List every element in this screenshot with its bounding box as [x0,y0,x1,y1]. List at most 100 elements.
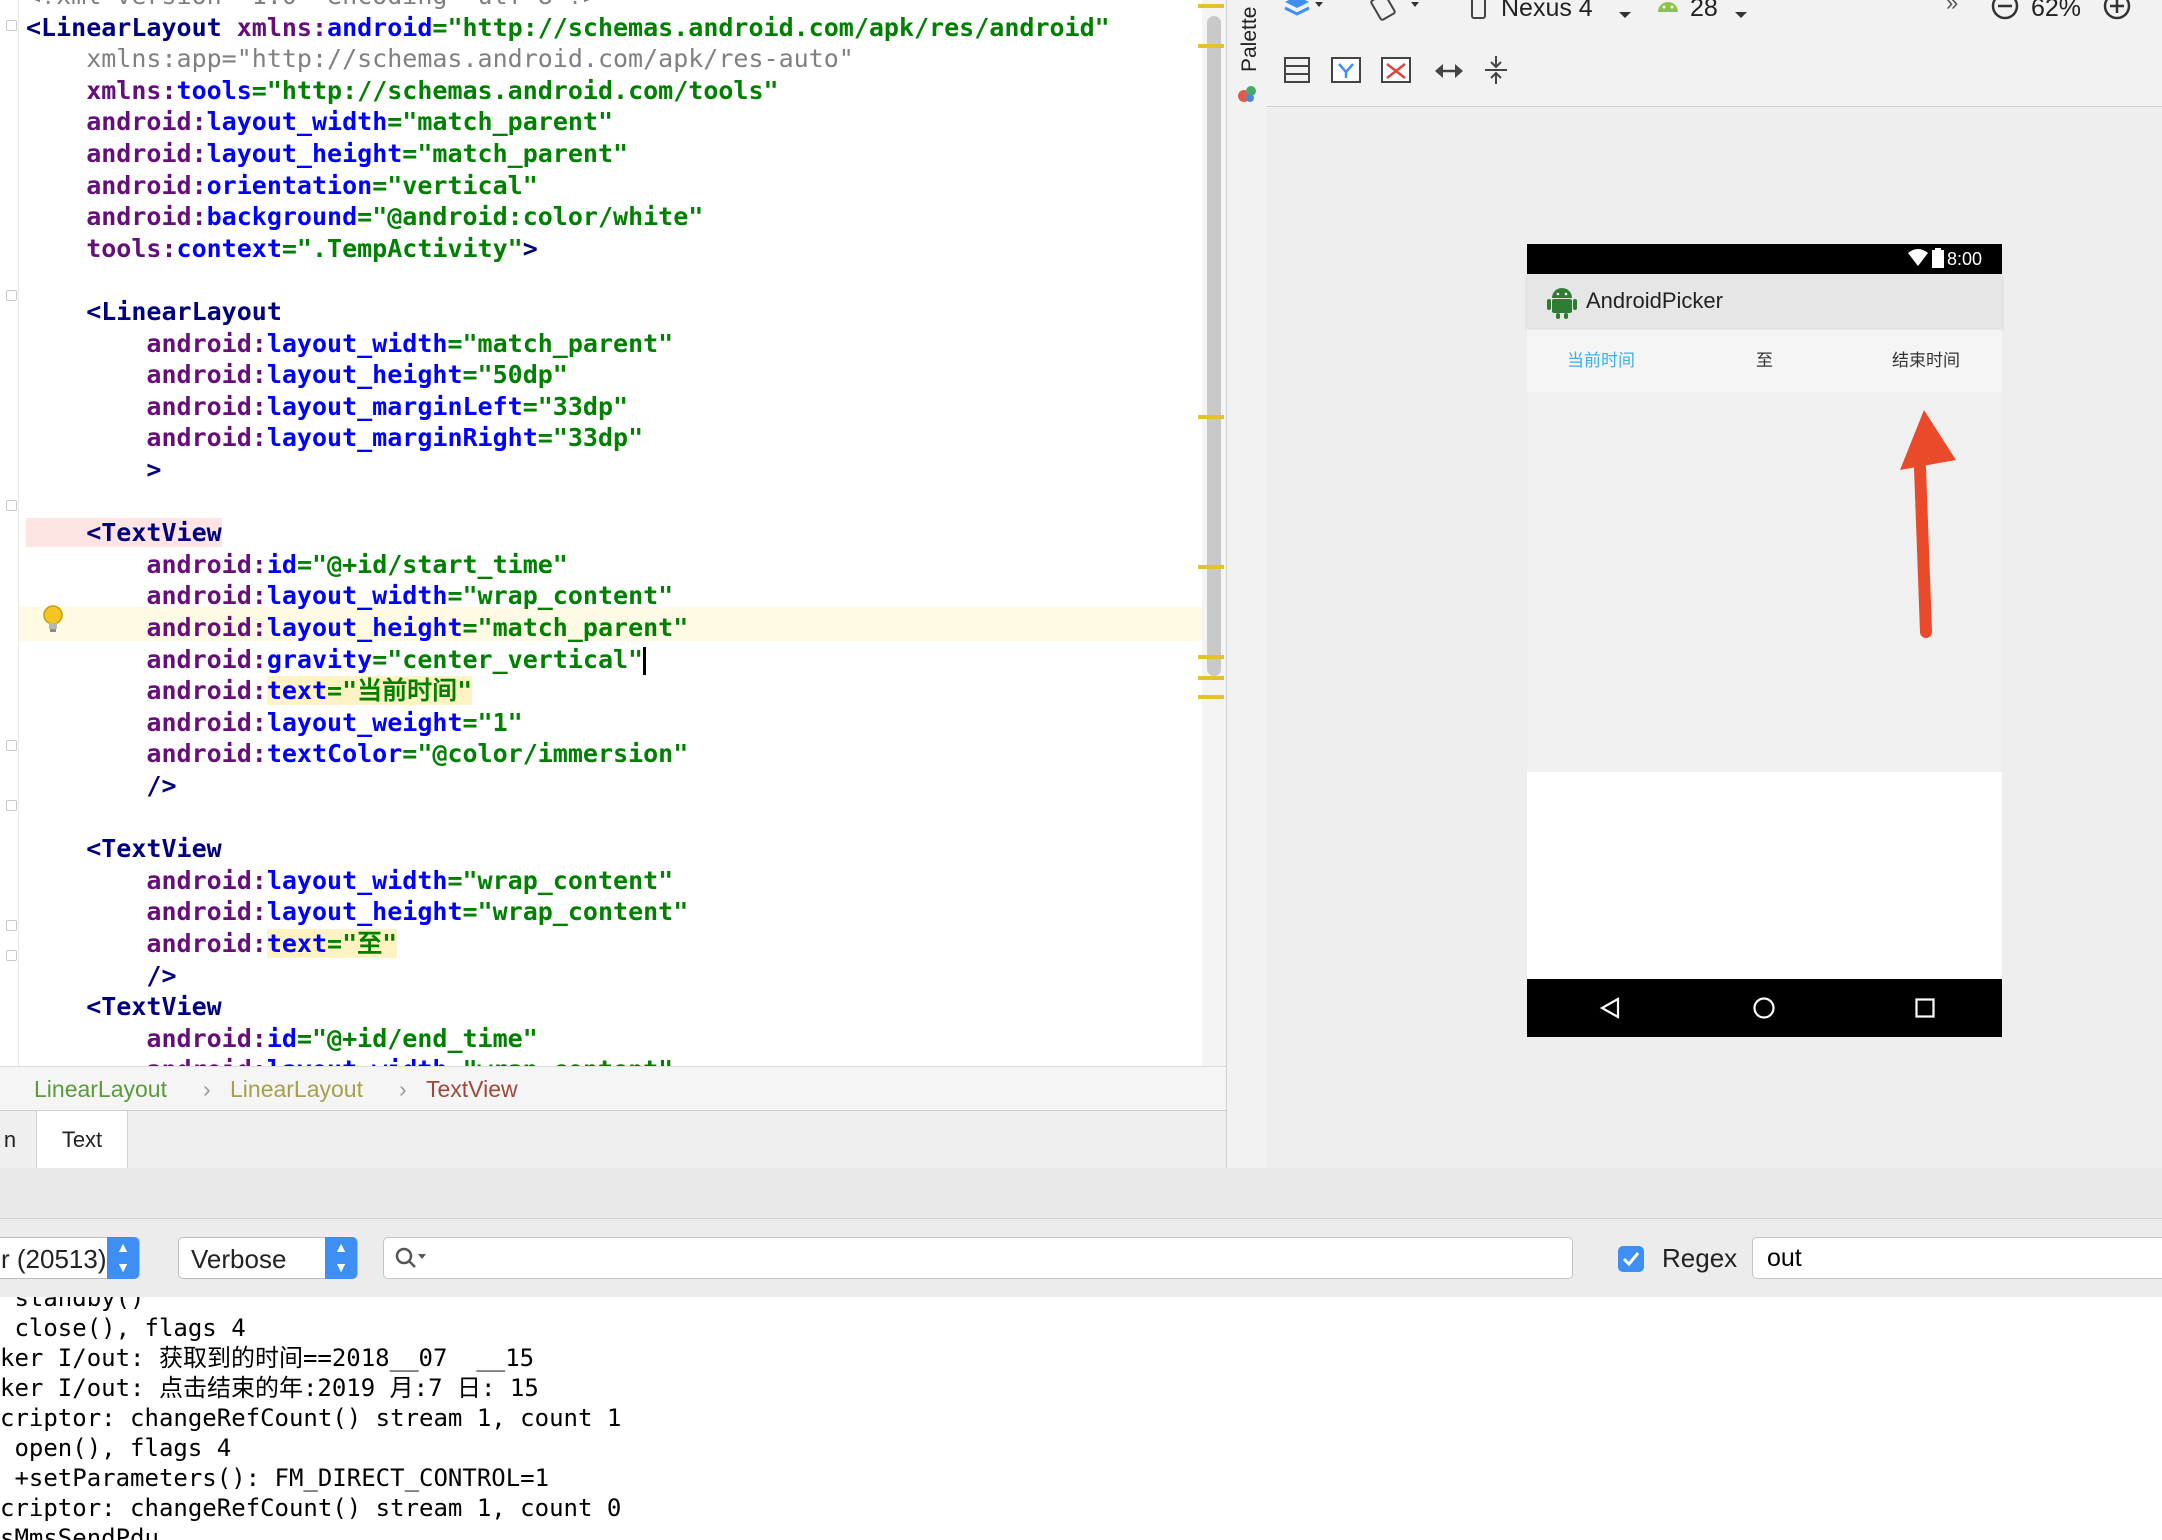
log-line[interactable]: criptor: changeRefCount() stream 1, coun… [0,1403,621,1433]
log-line[interactable]: +setParameters(): FM_DIRECT_CONTROL=1 [0,1463,549,1493]
log-line[interactable]: standby() [0,1297,144,1313]
breadcrumb-item[interactable]: TextView [426,1067,518,1111]
code-line[interactable]: android:layout_width="match_parent" [26,107,613,137]
logcat-header-bar [0,1168,2162,1219]
code-line[interactable]: /> [26,771,176,801]
code-line[interactable]: <?xml version="1.0" encoding="utf-8"?> [26,0,598,11]
code-token: <TextView [26,834,222,864]
device-icon[interactable] [1469,0,1489,31]
chevron-updown-icon[interactable]: ▲ ▼ [107,1237,139,1279]
start-time-text[interactable]: 当前时间 [1567,330,1635,392]
end-time-text[interactable]: 结束时间 [1892,330,1960,392]
code-line[interactable]: xmlns:tools="http://schemas.android.com/… [26,76,778,106]
code-line[interactable]: <TextView [26,518,222,548]
code-line[interactable]: android:id="@+id/start_time" [26,550,567,580]
code-line[interactable]: xmlns:app="http://schemas.android.com/ap… [26,44,854,74]
code-token: android: [26,139,207,168]
toolbar-overflow-button[interactable]: » [1946,0,1958,16]
palette-icon[interactable] [1236,82,1258,104]
code-line[interactable]: android:text="至" [26,929,398,959]
log-level-selector[interactable]: Verbose ▲ ▼ [178,1237,358,1279]
code-line[interactable]: android:layout_width="match_parent" [26,329,673,359]
annotation-arrow-up [1900,410,1956,638]
code-line[interactable]: android:layout_height="wrap_content" [26,897,688,927]
error-stripe-mark[interactable] [1198,655,1224,659]
breadcrumb-item[interactable]: LinearLayout [230,1067,363,1111]
code-line[interactable]: android:id="@+id/end_time" [26,1024,537,1054]
code-line[interactable]: tools:context=".TempActivity"> [26,234,538,264]
tab-text[interactable]: Text [36,1111,128,1168]
breadcrumb-item[interactable]: LinearLayout [34,1067,167,1111]
back-icon[interactable] [1599,997,1621,1024]
chevron-down-icon[interactable] [1617,0,1633,29]
code-line[interactable]: android:gravity="center_vertical" [26,645,647,675]
fold-marker[interactable] [6,920,17,931]
autoconnect-icon[interactable] [1331,56,1361,89]
code-line[interactable]: android:orientation="vertical" [26,171,538,201]
code-line[interactable]: android:text="当前时间" [26,676,473,706]
log-line[interactable]: open(), flags 4 [0,1433,231,1463]
log-line[interactable]: ker I/out: 点击结束的年:2019 月:7 日: 15 [0,1373,539,1403]
clear-constraints-icon[interactable] [1381,56,1411,89]
code-line[interactable]: android:layout_weight="1" [26,708,522,738]
code-line[interactable]: <TextView [26,992,221,1022]
code-line[interactable]: android:textColor="@color/immersion" [26,739,688,769]
code-line[interactable]: <TextView [26,834,222,864]
error-stripe-mark[interactable] [1198,695,1224,699]
code-line[interactable]: android:layout_width="wrap_content" [26,1055,673,1066]
fold-marker[interactable] [6,740,17,751]
expand-vertical-icon[interactable] [1483,54,1509,91]
log-line[interactable]: criptor: changeRefCount() stream 1, coun… [0,1493,621,1523]
code-line[interactable]: /> [26,961,176,991]
filter-input[interactable]: out [1752,1237,2162,1279]
error-stripe-mark[interactable] [1198,676,1224,680]
code-line[interactable]: android:layout_width="wrap_content" [26,581,673,611]
code-line[interactable]: android:background="@android:color/white… [26,202,703,232]
fold-marker[interactable] [6,800,17,811]
expand-horizontal-icon[interactable] [1433,60,1465,87]
process-selector[interactable]: r (20513) ▲ ▼ [0,1237,140,1279]
device-selector[interactable]: Nexus 4 [1501,0,1593,23]
fold-marker[interactable] [6,950,17,961]
code-line[interactable]: android:layout_width="wrap_content" [26,866,673,896]
regex-checkbox[interactable] [1618,1246,1644,1272]
log-line[interactable]: close(), flags 4 [0,1313,245,1343]
code-line[interactable]: <LinearLayout xmlns:android="http://sche… [26,13,1110,43]
error-stripe-mark[interactable] [1198,4,1224,8]
home-icon[interactable] [1752,996,1776,1025]
orientation-icon[interactable] [1369,0,1425,31]
recents-icon[interactable] [1915,998,1935,1023]
log-line[interactable]: ker I/out: 获取到的时间==2018__07 __15 [0,1343,534,1373]
fold-marker[interactable] [6,290,17,301]
code-token: layout_height [266,897,463,927]
layers-icon[interactable] [1281,0,1327,31]
error-stripe-mark[interactable] [1198,44,1224,48]
fold-marker[interactable] [6,20,17,31]
palette-tab[interactable]: Palette [1238,7,1262,72]
code-line[interactable]: android:layout_marginRight="33dp" [26,423,643,453]
tab-design[interactable]: n [0,1111,20,1169]
error-stripe-mark[interactable] [1198,565,1224,569]
code-line[interactable]: > [26,455,161,485]
api-level-selector[interactable]: 28 [1690,0,1718,23]
breadcrumb-separator: › [399,1076,407,1102]
view-options-icon[interactable] [1283,56,1311,89]
logcat-output[interactable]: standby() close(), flags 4 ker I/out: 获取到… [0,1297,2162,1540]
log-line[interactable]: sMmsSendPdu [0,1523,159,1540]
chevron-down-icon[interactable] [1733,0,1749,29]
code-line[interactable]: android:layout_height="match_parent" [26,613,688,643]
code-line[interactable]: android:layout_height="match_parent" [26,139,628,169]
code-editor[interactable]: <?xml version="1.0" encoding="utf-8"?> <L… [0,0,1226,1066]
zoom-in-icon[interactable] [2101,0,2133,31]
zoom-out-icon[interactable] [1989,0,2021,31]
chevron-updown-icon[interactable]: ▲ ▼ [325,1237,357,1279]
editor-scrollbar-thumb[interactable] [1207,16,1221,676]
code-token: layout_width [266,581,448,611]
log-search-input[interactable] [383,1237,1573,1279]
code-line[interactable]: android:layout_height="50dp" [26,360,567,390]
error-stripe-mark[interactable] [1198,415,1224,419]
code-token: <LinearLayout [26,12,237,42]
code-line[interactable]: <LinearLayout [26,297,282,327]
fold-marker[interactable] [6,500,17,511]
code-line[interactable]: android:layout_marginLeft="33dp" [26,392,628,422]
